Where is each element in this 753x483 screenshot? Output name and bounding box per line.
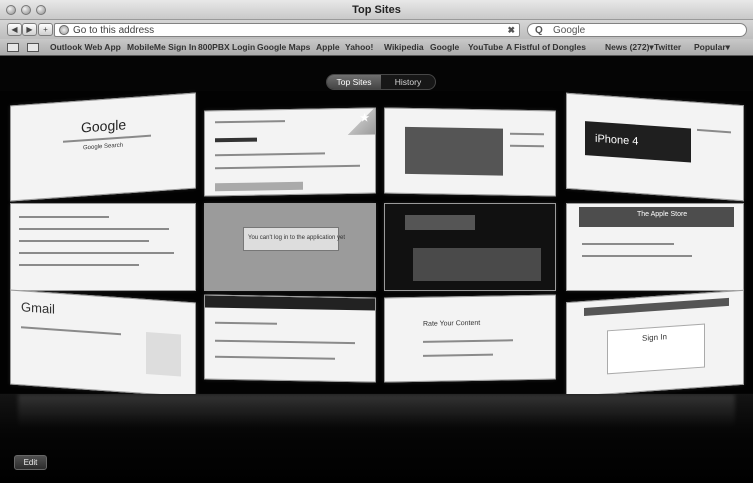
top-sites-grid-icon[interactable] [27,43,39,52]
bookmark-popular[interactable]: Popular▾ [694,42,730,53]
thumb-apple-store: The Apple Store [637,211,688,218]
bookmark-news[interactable]: News (272)▾ [605,42,654,53]
thumbnail-reflection [0,394,753,483]
pinned-star-icon[interactable] [347,108,375,136]
search-field[interactable]: Q Google [527,23,747,37]
tab-history[interactable]: History [381,75,435,89]
thumb-login-message: You can't log in to the application yet [248,235,345,241]
bookmark-a-fistful-of-dongles[interactable]: A Fistful of Dongles [506,42,586,52]
site-thumbnail[interactable] [204,294,376,383]
globe-icon [59,25,69,35]
safari-window: Top Sites ◀ ▶ + Go to this address ✖ Q G… [0,0,753,483]
site-thumbnail[interactable]: Rate Your Content [384,294,556,383]
site-thumbnail[interactable] [384,107,556,197]
site-thumbnail[interactable] [384,203,556,291]
thumb-sign-in-title: Sign In [642,332,667,343]
address-placeholder: Go to this address [73,25,155,36]
back-button[interactable]: ◀ [7,23,22,36]
thumb-gmail-logo: Gmail [21,299,55,317]
site-thumbnail[interactable]: Gmail [10,289,196,398]
site-thumbnail[interactable]: The Apple Store [566,203,744,291]
site-thumbnail[interactable]: iPhone 4 [566,92,744,202]
toolbar: ◀ ▶ + Go to this address ✖ Q Google [0,20,753,39]
bookmark-yahoo[interactable]: Yahoo! [345,42,373,52]
thumb-google-search-button: Google Search [83,142,124,152]
bookmark-mobileme-sign-in[interactable]: MobileMe Sign In [127,42,196,52]
top-sites-wall: Google Google Search iPhone 4 [0,91,753,398]
site-thumbnail[interactable]: Sign In [566,289,744,398]
site-thumbnail[interactable] [10,203,196,291]
thumb-rate-content: Rate Your Content [423,319,481,328]
search-placeholder: Google [553,25,586,36]
thumb-google-logo: Google [81,116,127,136]
bookmark-controls [7,43,39,52]
bookmark-google[interactable]: Google [430,42,459,52]
edit-button[interactable]: Edit [14,455,47,470]
forward-button[interactable]: ▶ [22,23,37,36]
bookmarks-bar: Outlook Web App MobileMe Sign In 800PBX … [0,39,753,56]
address-field[interactable]: Go to this address ✖ [54,23,520,37]
clear-address-icon[interactable]: ✖ [507,24,515,37]
bookmark-apple[interactable]: Apple [316,42,340,52]
tab-top-sites[interactable]: Top Sites [327,75,381,89]
search-icon: Q [535,25,543,36]
bookmark-wikipedia[interactable]: Wikipedia [384,42,424,52]
site-thumbnail[interactable]: Google Google Search [10,92,196,202]
window-title: Top Sites [352,4,401,16]
add-bookmark-button[interactable]: + [38,23,53,36]
bookmarks-book-icon[interactable] [7,43,19,52]
bookmark-google-maps[interactable]: Google Maps [257,42,310,52]
bookmark-800pbx-login[interactable]: 800PBX Login [198,42,255,52]
bookmark-youtube[interactable]: YouTube [468,42,503,52]
title-bar: Top Sites [0,0,753,20]
site-thumbnail[interactable]: You can't log in to the application yet [204,203,376,291]
top-sites-history-toggle: Top Sites History [326,74,436,90]
bookmark-outlook-web-app[interactable]: Outlook Web App [50,42,121,52]
site-thumbnail[interactable] [204,107,376,197]
bookmark-twitter[interactable]: Twitter [654,42,681,52]
